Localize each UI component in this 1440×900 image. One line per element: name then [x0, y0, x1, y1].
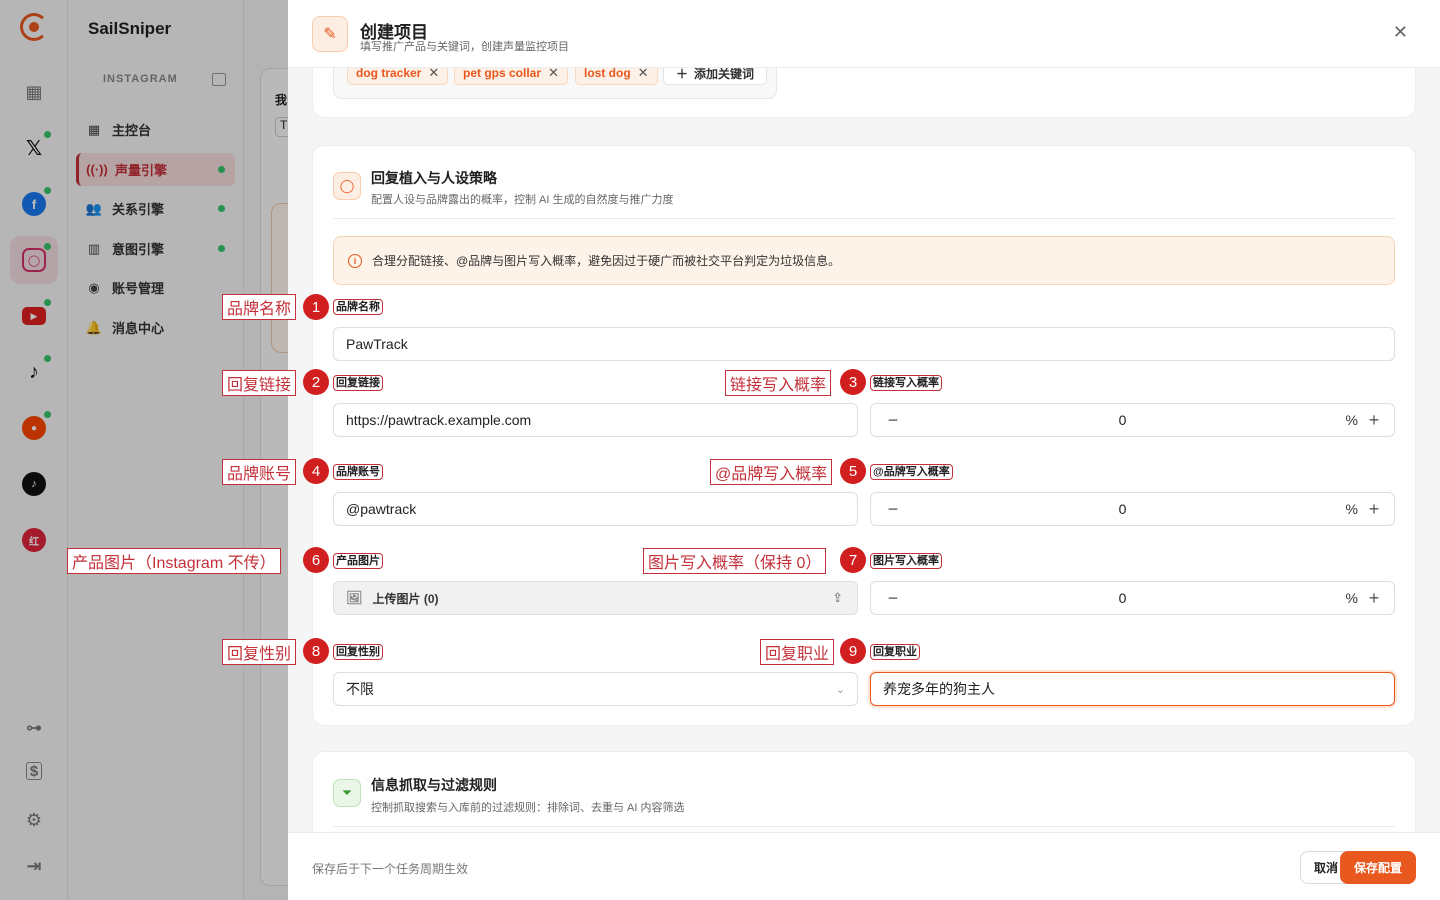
increment-icon[interactable]: + [1364, 499, 1384, 519]
decrement-icon[interactable]: − [883, 411, 903, 431]
increment-icon[interactable]: + [1364, 588, 1384, 608]
stepper-value[interactable]: 0 [911, 412, 1334, 428]
mention-prob-stepper[interactable]: − 0 % + [870, 492, 1395, 526]
annotation-number: 4 [303, 458, 329, 484]
reply-link-input[interactable]: https://pawtrack.example.com [333, 403, 858, 437]
annotation-label: 产品图片（Instagram 不传） [67, 548, 281, 574]
notice-text: 合理分配链接、@品牌与图片写入概率，避免因过于硬广而被社交平台判定为垃圾信息。 [372, 254, 841, 268]
filter-icon: ⏷ [333, 779, 361, 807]
upload-image-button[interactable]: 🖼 上传图片 (0) ⇪ [333, 581, 858, 615]
brand-name-input[interactable]: PawTrack [333, 327, 1395, 361]
keyword-chip-label: lost dog [584, 66, 631, 80]
image-prob-stepper[interactable]: − 0 % + [870, 581, 1395, 615]
drawer-subtitle: 填写推广产品与关键词，创建声量监控项目 [360, 41, 569, 53]
brand-account-input[interactable]: @pawtrack [333, 492, 858, 526]
mention-prob-label: @品牌写入概率 [870, 464, 953, 480]
annotation-number: 6 [303, 547, 329, 573]
upload-icon: ⇪ [832, 590, 843, 605]
link-prob-label: 链接写入概率 [870, 375, 942, 391]
image-prob-label: 图片写入概率 [870, 553, 942, 569]
annotation-number: 2 [303, 369, 329, 395]
section-subtitle: 控制抓取搜索与入库前的过滤规则：排除词、去重与 AI 内容筛选 [371, 802, 685, 814]
annotation-number: 3 [840, 369, 866, 395]
chat-bubble-icon: ◯ [333, 172, 361, 200]
modal-backdrop[interactable] [0, 0, 288, 900]
brand-name-label: 品牌名称 [333, 299, 383, 315]
link-prob-stepper[interactable]: − 0 % + [870, 403, 1395, 437]
info-icon: i [348, 253, 362, 268]
reply-gender-label: 回复性别 [333, 644, 383, 660]
annotation-label: 品牌账号 [222, 459, 297, 485]
section-title: 信息抓取与过滤规则 [371, 777, 497, 793]
reply-occupation-label: 回复职业 [870, 644, 920, 660]
info-notice: i 合理分配链接、@品牌与图片写入概率，避免因过于硬广而被社交平台判定为垃圾信息… [333, 236, 1395, 285]
save-config-button[interactable]: 保存配置 [1340, 851, 1416, 884]
increment-icon[interactable]: + [1364, 410, 1384, 430]
upload-label: 上传图片 (0) [372, 591, 439, 606]
annotation-number: 7 [840, 547, 866, 573]
percent-unit: % [1345, 501, 1358, 517]
product-image-label: 产品图片 [333, 553, 383, 569]
annotation-number: 9 [840, 638, 866, 664]
close-icon[interactable]: ✕ [1393, 22, 1408, 43]
annotation-number: 1 [303, 294, 329, 320]
annotation-number: 8 [303, 638, 329, 664]
section-subtitle: 配置人设与品牌露出的概率，控制 AI 生成的自然度与推广力度 [371, 194, 674, 206]
keyword-chip-label: dog tracker [356, 66, 422, 80]
annotation-label: 回复链接 [222, 370, 297, 396]
divider [333, 218, 1395, 219]
footer-note: 保存后于下一个任务周期生效 [312, 862, 469, 876]
select-value: 不限 [346, 681, 374, 697]
brand-account-label: 品牌账号 [333, 464, 383, 480]
image-icon: 🖼 [346, 590, 363, 605]
percent-unit: % [1345, 412, 1358, 428]
percent-unit: % [1345, 590, 1358, 606]
annotation-label: 回复职业 [760, 639, 835, 665]
drawer-footer: 保存后于下一个任务周期生效 取消 保存配置 [288, 832, 1440, 900]
decrement-icon[interactable]: − [883, 589, 903, 609]
decrement-icon[interactable]: − [883, 500, 903, 520]
chevron-down-icon: ⌄ [835, 683, 845, 696]
drawer-header: ✎ 创建项目 填写推广产品与关键词，创建声量监控项目 ✕ [288, 0, 1440, 68]
annotation-label: 图片写入概率（保持 0） [643, 548, 827, 574]
reply-link-label: 回复链接 [333, 375, 383, 391]
divider [333, 826, 1395, 827]
reply-gender-select[interactable]: 不限 ⌄ [333, 672, 858, 706]
annotation-label: 品牌名称 [222, 294, 297, 320]
annotation-label: 链接写入概率 [725, 370, 832, 396]
reply-occupation-input[interactable]: 养宠多年的狗主人 [870, 672, 1395, 706]
annotation-number: 5 [840, 458, 866, 484]
edit-icon: ✎ [312, 16, 348, 52]
annotation-label: 回复性别 [222, 639, 297, 665]
stepper-value[interactable]: 0 [911, 501, 1334, 517]
section-title: 回复植入与人设策略 [371, 170, 497, 186]
stepper-value[interactable]: 0 [911, 590, 1334, 606]
annotation-label: @品牌写入概率 [710, 459, 833, 485]
keyword-chip-label: pet gps collar [463, 66, 542, 80]
